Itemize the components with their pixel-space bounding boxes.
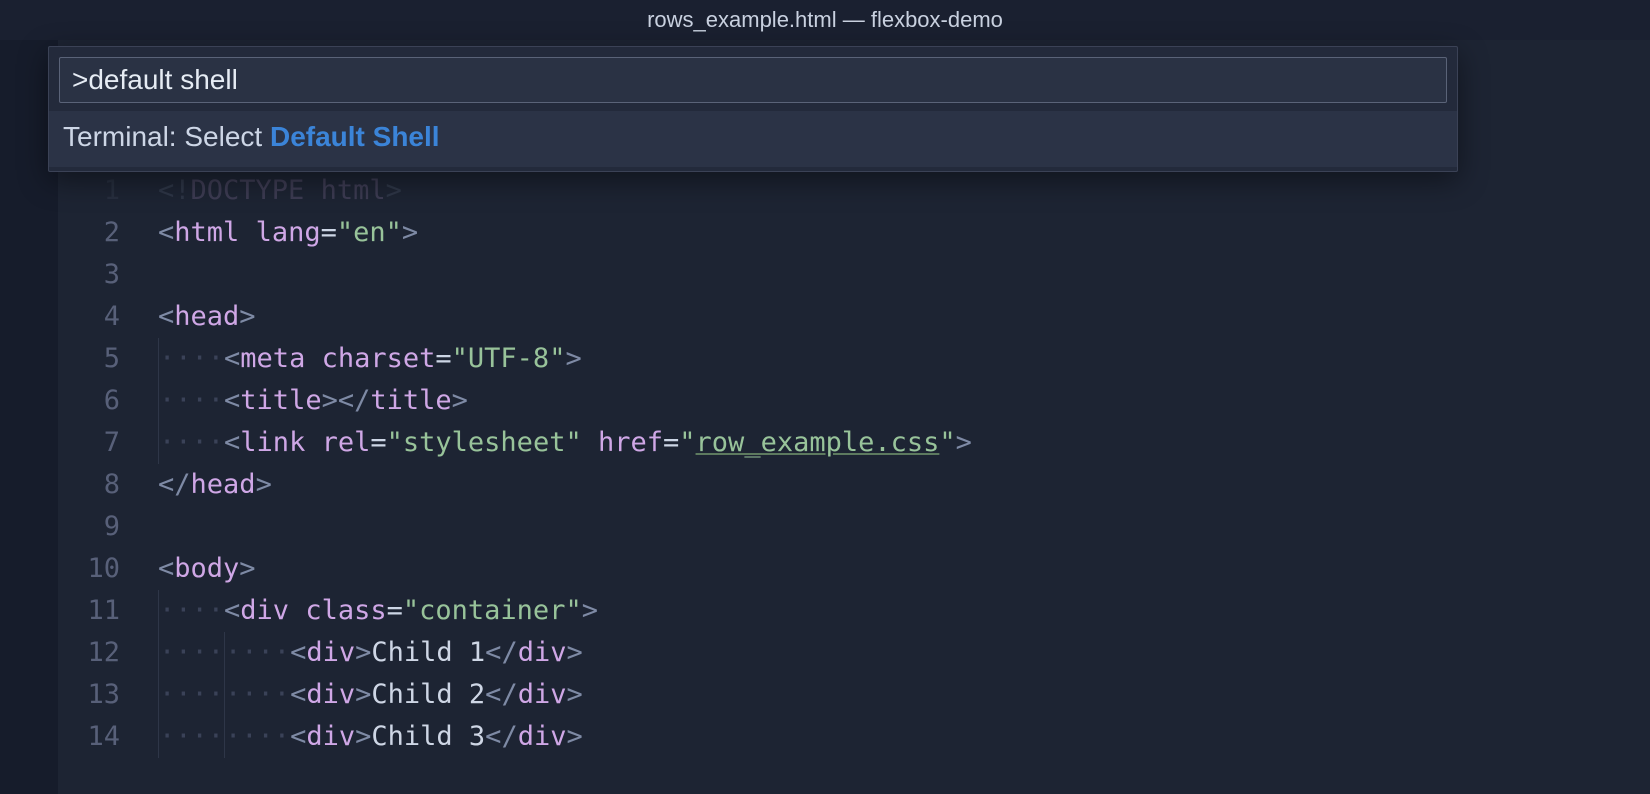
result-prefix: Terminal: Select (63, 121, 270, 152)
code-line[interactable]: 2 <html lang="en"> (58, 212, 1650, 254)
code-line[interactable]: 11 ····<div class="container"> (58, 590, 1650, 632)
line-number: 1 (58, 170, 158, 212)
stylesheet-link[interactable]: row_example.css (696, 427, 940, 458)
line-number: 7 (58, 422, 158, 464)
command-palette[interactable]: Terminal: Select Default Shell (48, 46, 1458, 172)
window-title: rows_example.html — flexbox-demo (647, 7, 1003, 33)
code-line[interactable]: 9 (58, 506, 1650, 548)
line-number: 2 (58, 212, 158, 254)
line-number: 8 (58, 464, 158, 506)
window-titlebar: rows_example.html — flexbox-demo (0, 0, 1650, 40)
line-number: 4 (58, 296, 158, 338)
code-line[interactable]: 8 </head> (58, 464, 1650, 506)
line-number: 10 (58, 548, 158, 590)
code-line[interactable]: 12 ········<div>Child 1</div> (58, 632, 1650, 674)
command-palette-input-wrap (49, 47, 1457, 111)
line-number: 13 (58, 674, 158, 716)
line-number: 9 (58, 506, 158, 548)
line-number: 14 (58, 716, 158, 758)
code-line[interactable]: 6 ····<title></title> (58, 380, 1650, 422)
code-line[interactable]: 10 <body> (58, 548, 1650, 590)
line-number: 3 (58, 254, 158, 296)
code-line[interactable]: 3 (58, 254, 1650, 296)
line-number: 12 (58, 632, 158, 674)
line-number: 11 (58, 590, 158, 632)
code-editor[interactable]: 1 <!DOCTYPE html> 2 <html lang="en"> 3 4… (58, 170, 1650, 794)
code-line[interactable]: 14 ········<div>Child 3</div> (58, 716, 1650, 758)
line-number: 5 (58, 338, 158, 380)
line-number: 6 (58, 380, 158, 422)
code-line[interactable]: 7 ····<link rel="stylesheet" href="row_e… (58, 422, 1650, 464)
code-line[interactable]: 1 <!DOCTYPE html> (58, 170, 1650, 212)
result-highlight: Default Shell (270, 121, 440, 152)
code-line[interactable]: 4 <head> (58, 296, 1650, 338)
code-line[interactable]: 13 ········<div>Child 2</div> (58, 674, 1650, 716)
command-palette-input[interactable] (59, 57, 1447, 103)
code-line[interactable]: 5 ····<meta charset="UTF-8"> (58, 338, 1650, 380)
command-palette-result[interactable]: Terminal: Select Default Shell (49, 111, 1457, 167)
